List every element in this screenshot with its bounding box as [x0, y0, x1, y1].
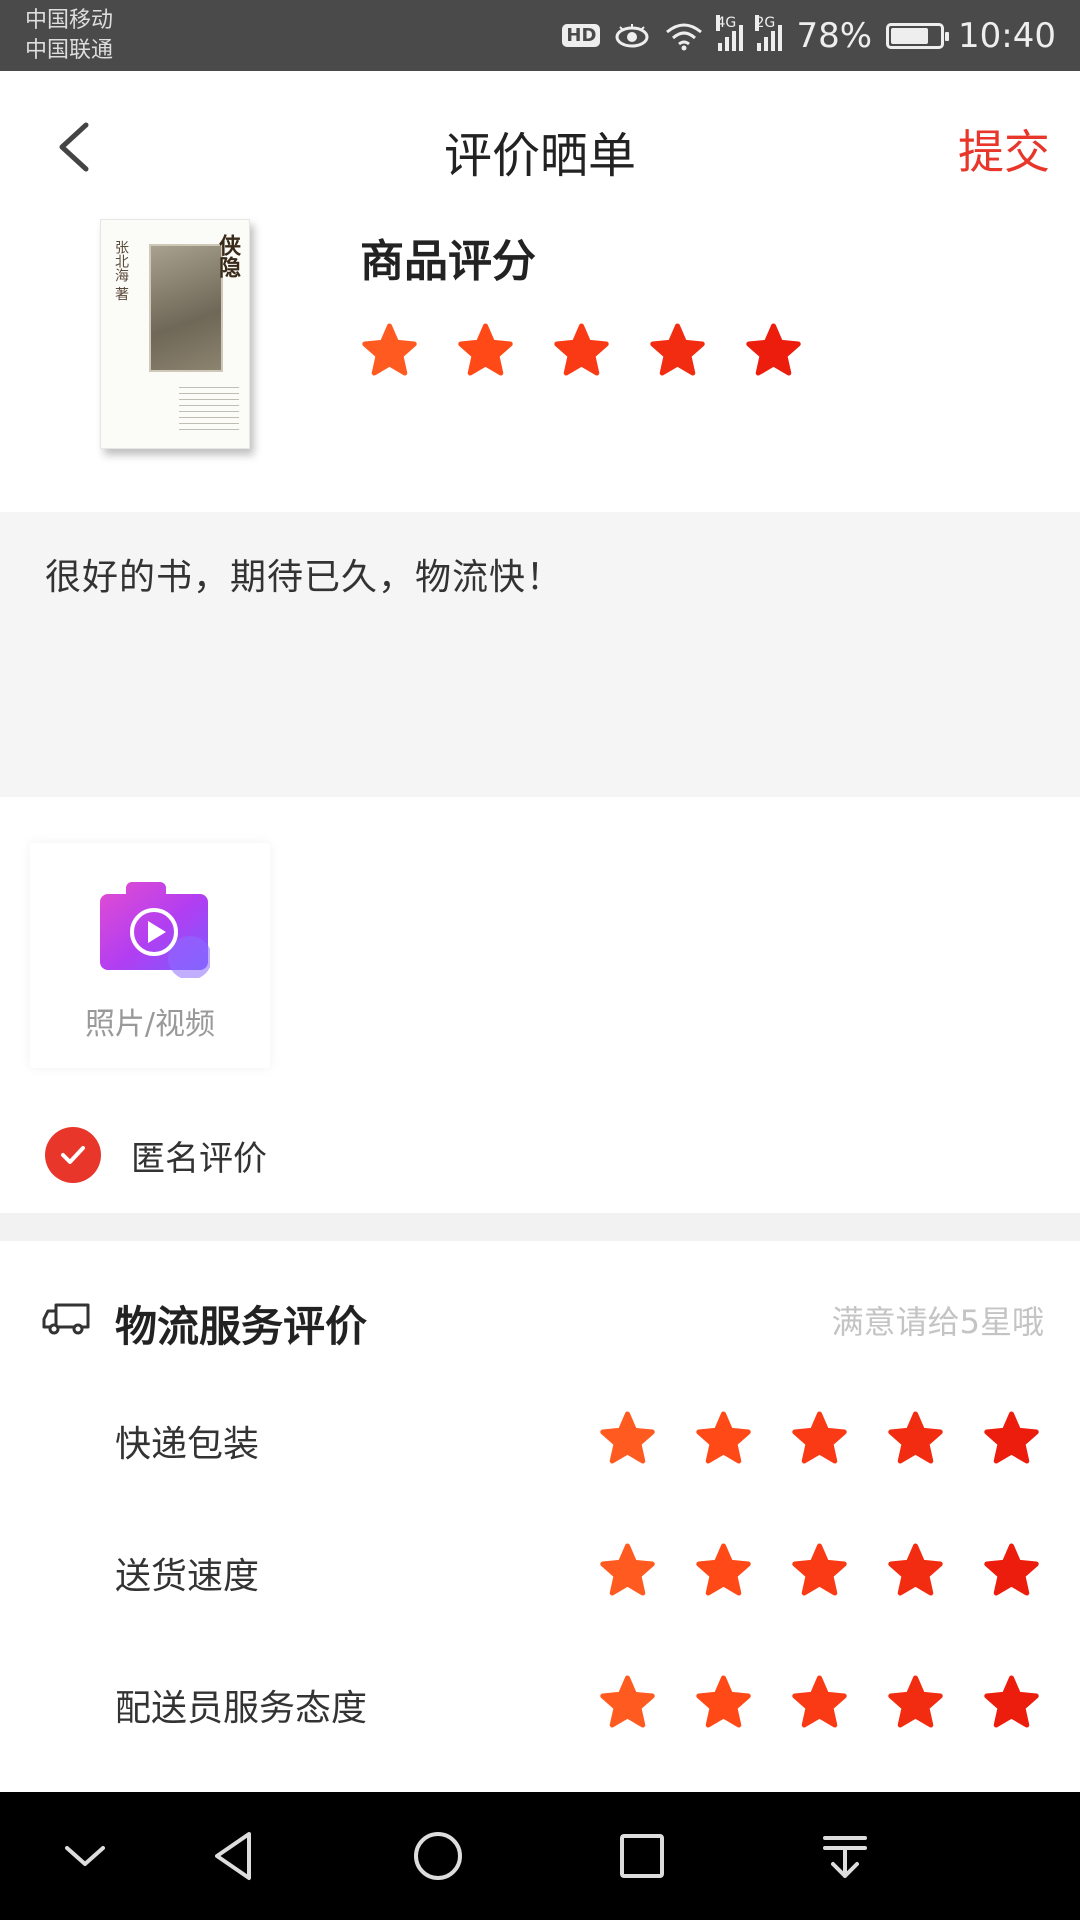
star-icon[interactable] [696, 1543, 751, 1598]
star-icon[interactable] [650, 323, 705, 378]
carrier-1: 中国移动 [25, 8, 114, 33]
star-icon[interactable] [984, 1675, 1039, 1730]
star-icon[interactable] [888, 1675, 943, 1730]
product-rating-label: 商品评分 [360, 236, 536, 287]
packaging-star-rating[interactable] [600, 1411, 1039, 1466]
star-icon[interactable] [600, 1543, 655, 1598]
anonymous-label: 匿名评价 [131, 1138, 267, 1179]
rating-label: 快递包装 [115, 1424, 260, 1465]
star-icon[interactable] [600, 1411, 655, 1466]
delivery-speed-star-rating[interactable] [600, 1543, 1039, 1598]
courier-attitude-star-rating[interactable] [600, 1675, 1039, 1730]
hd-icon: HD [562, 24, 601, 47]
rating-row-delivery-speed: 送货速度 [0, 1537, 1080, 1607]
star-icon[interactable] [696, 1411, 751, 1466]
star-icon[interactable] [458, 323, 513, 378]
book-cover-author: 张北海 著 [113, 240, 129, 301]
star-icon[interactable] [746, 323, 801, 378]
rating-label: 送货速度 [115, 1556, 260, 1597]
carrier-names: 中国移动 中国联通 [25, 6, 113, 66]
notification-pull-icon[interactable] [815, 1826, 875, 1886]
add-photo-video-button[interactable]: 照片/视频 [30, 843, 270, 1068]
nav-home-icon[interactable] [408, 1826, 468, 1886]
rating-row-packaging: 快递包装 [0, 1405, 1080, 1475]
star-icon[interactable] [600, 1675, 655, 1730]
page-title: 评价晒单 [443, 128, 636, 184]
wifi-icon [666, 23, 703, 50]
battery-icon [886, 22, 950, 49]
star-icon[interactable] [888, 1411, 943, 1466]
carrier-2: 中国联通 [25, 38, 114, 63]
clock: 10:40 [958, 15, 1056, 56]
battery-percent: 78% [796, 15, 873, 56]
review-textarea[interactable]: 很好的书，期待已久，物流快！ [0, 512, 1080, 797]
chevron-down-icon[interactable] [55, 1826, 115, 1886]
upload-label: 照片/视频 [84, 1007, 216, 1042]
system-nav-bar [0, 1792, 1080, 1920]
star-icon[interactable] [984, 1411, 1039, 1466]
submit-button[interactable]: 提交 [958, 116, 1050, 182]
product-star-rating[interactable] [362, 323, 801, 378]
nav-back-icon[interactable] [205, 1826, 265, 1886]
status-icons: HD 4G 2G 78% 10:40 [562, 0, 1056, 71]
status-bar: 中国移动 中国联通 HD 4G 2G 78% 10:40 [0, 0, 1080, 71]
rating-row-courier-attitude: 配送员服务态度 [0, 1669, 1080, 1739]
nav-recents-icon[interactable] [612, 1826, 672, 1886]
review-text: 很好的书，期待已久，物流快！ [45, 557, 564, 598]
section-divider [0, 1213, 1080, 1241]
star-icon[interactable] [696, 1675, 751, 1730]
checkmark-icon[interactable] [45, 1127, 101, 1183]
product-rating-section: 张北海 著 侠隐 商品评分 [0, 215, 1080, 510]
star-icon[interactable] [792, 1675, 847, 1730]
rating-label: 配送员服务态度 [115, 1688, 368, 1729]
star-icon[interactable] [888, 1543, 943, 1598]
star-icon[interactable] [792, 1543, 847, 1598]
star-icon[interactable] [362, 323, 417, 378]
truck-icon [42, 1303, 90, 1335]
eye-icon [615, 23, 649, 47]
logistics-hint: 满意请给5星哦 [831, 1303, 1044, 1341]
logistics-header: 物流服务评价 满意请给5星哦 [0, 1285, 1080, 1355]
anonymous-toggle[interactable]: 匿名评价 [45, 1125, 267, 1185]
logistics-title: 物流服务评价 [115, 1302, 368, 1351]
signal-icon-2: 2G [755, 14, 783, 51]
product-image[interactable]: 张北海 著 侠隐 [100, 219, 250, 449]
app-header: 评价晒单 提交 [0, 71, 1080, 221]
book-cover-title: 侠隐 [215, 234, 240, 278]
book-cover-blurb [179, 382, 239, 432]
camera-video-icon [100, 882, 210, 978]
star-icon[interactable] [984, 1543, 1039, 1598]
star-icon[interactable] [792, 1411, 847, 1466]
star-icon[interactable] [554, 323, 609, 378]
signal-icon-1: 4G [716, 14, 744, 51]
